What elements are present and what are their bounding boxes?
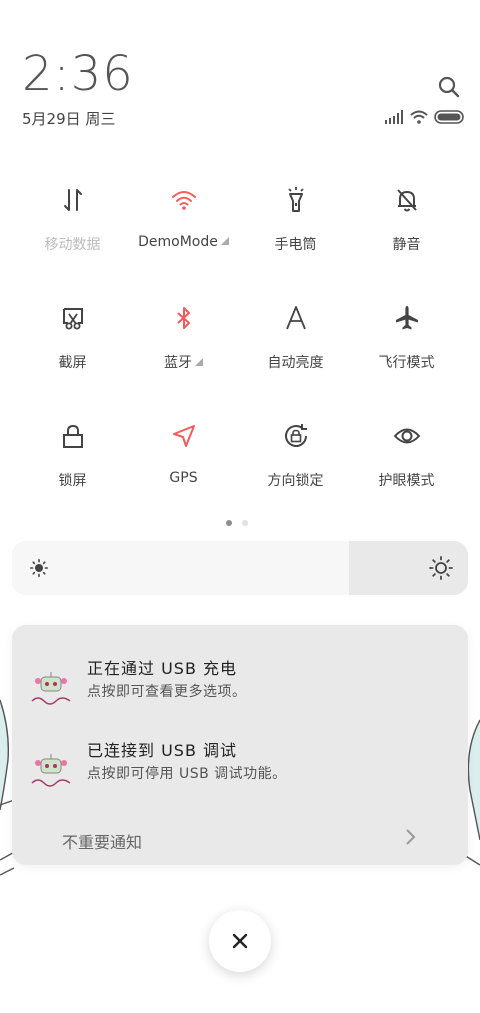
brightness-low-icon <box>30 559 48 577</box>
battery-icon <box>434 110 464 124</box>
tile-label: GPS <box>169 470 198 486</box>
wifi-icon <box>171 191 196 210</box>
tile-lock[interactable]: 锁屏 <box>17 422 128 522</box>
gps-icon <box>172 425 195 447</box>
app-logo-icon <box>31 672 71 705</box>
tile-label: 手电筒 <box>274 237 317 253</box>
notification-subtitle: 点按即可停用 USB 调试功能。 <box>87 766 287 782</box>
tile-label: 方向锁定 <box>267 473 324 489</box>
tile-label: 移动数据 <box>44 237 101 253</box>
tile-eye-comfort[interactable]: 护眼模式 <box>351 422 462 522</box>
notification-title: 正在通过 USB 充电 <box>87 659 238 678</box>
clock-time: 2:36 <box>22 46 134 102</box>
chevron-right-icon[interactable] <box>404 827 418 847</box>
tile-label: 飞行模式 <box>378 355 435 371</box>
tile-wifi[interactable]: DemoMode <box>128 186 239 286</box>
tile-label: 静音 <box>392 237 421 253</box>
tile-label: 自动亮度 <box>267 355 324 371</box>
notification-panel: 正在通过 USB 充电 点按即可查看更多选项。 已连接到 USB 调试 点按即可… <box>12 625 468 865</box>
app-logo-icon <box>31 754 71 787</box>
wifi-status-icon <box>410 110 428 124</box>
auto-brightness-icon <box>285 306 306 330</box>
expand-triangle-icon <box>220 237 229 245</box>
airplane-icon <box>395 306 418 330</box>
brightness-fill <box>12 541 350 595</box>
bluetooth-icon <box>176 307 190 329</box>
status-icons <box>384 108 464 126</box>
tile-label: 截屏 <box>58 355 87 371</box>
rotation-lock-icon <box>284 424 307 447</box>
brightness-slider[interactable] <box>12 541 468 595</box>
signal-icon <box>385 110 403 124</box>
tile-flashlight[interactable]: 手电筒 <box>240 186 351 286</box>
tile-gps[interactable]: GPS <box>128 422 239 522</box>
page-dot-active <box>226 520 232 526</box>
flashlight-icon <box>287 187 304 212</box>
tile-screenshot[interactable]: 截屏 <box>17 304 128 404</box>
close-icon <box>232 933 248 949</box>
tile-label: 锁屏 <box>58 473 87 489</box>
expand-triangle-icon <box>195 358 203 366</box>
mobile-data-icon <box>63 189 82 211</box>
clear-all-button[interactable] <box>209 910 271 972</box>
tile-airplane[interactable]: 飞行模式 <box>351 304 462 404</box>
tile-rotation-lock[interactable]: 方向锁定 <box>240 422 351 522</box>
eye-icon <box>393 428 420 444</box>
notification-title: 已连接到 USB 调试 <box>87 741 238 760</box>
notification-subtitle: 点按即可查看更多选项。 <box>87 684 247 700</box>
tile-mute[interactable]: 静音 <box>351 186 462 286</box>
clock-date: 5月29日 周三 <box>22 110 116 128</box>
notification-usb-charging[interactable]: 正在通过 USB 充电 点按即可查看更多选项。 <box>12 653 468 725</box>
tile-label: 蓝牙 <box>128 352 239 372</box>
less-important-notifications[interactable]: 不重要通知 <box>62 829 142 853</box>
page-dot <box>242 520 248 526</box>
tile-mobile-data[interactable]: 移动数据 <box>17 186 128 286</box>
notification-usb-debugging[interactable]: 已连接到 USB 调试 点按即可停用 USB 调试功能。 <box>12 735 468 807</box>
brightness-high-icon <box>429 556 453 580</box>
mute-bell-icon <box>396 189 417 212</box>
tile-label: DemoMode <box>128 234 239 250</box>
lock-icon <box>62 424 83 448</box>
screenshot-icon <box>62 308 83 330</box>
page-indicator <box>226 520 248 526</box>
tile-bluetooth[interactable]: 蓝牙 <box>128 304 239 404</box>
tile-label: 护眼模式 <box>378 473 435 489</box>
tile-auto-brightness[interactable]: 自动亮度 <box>240 304 351 404</box>
search-icon[interactable] <box>438 76 460 98</box>
